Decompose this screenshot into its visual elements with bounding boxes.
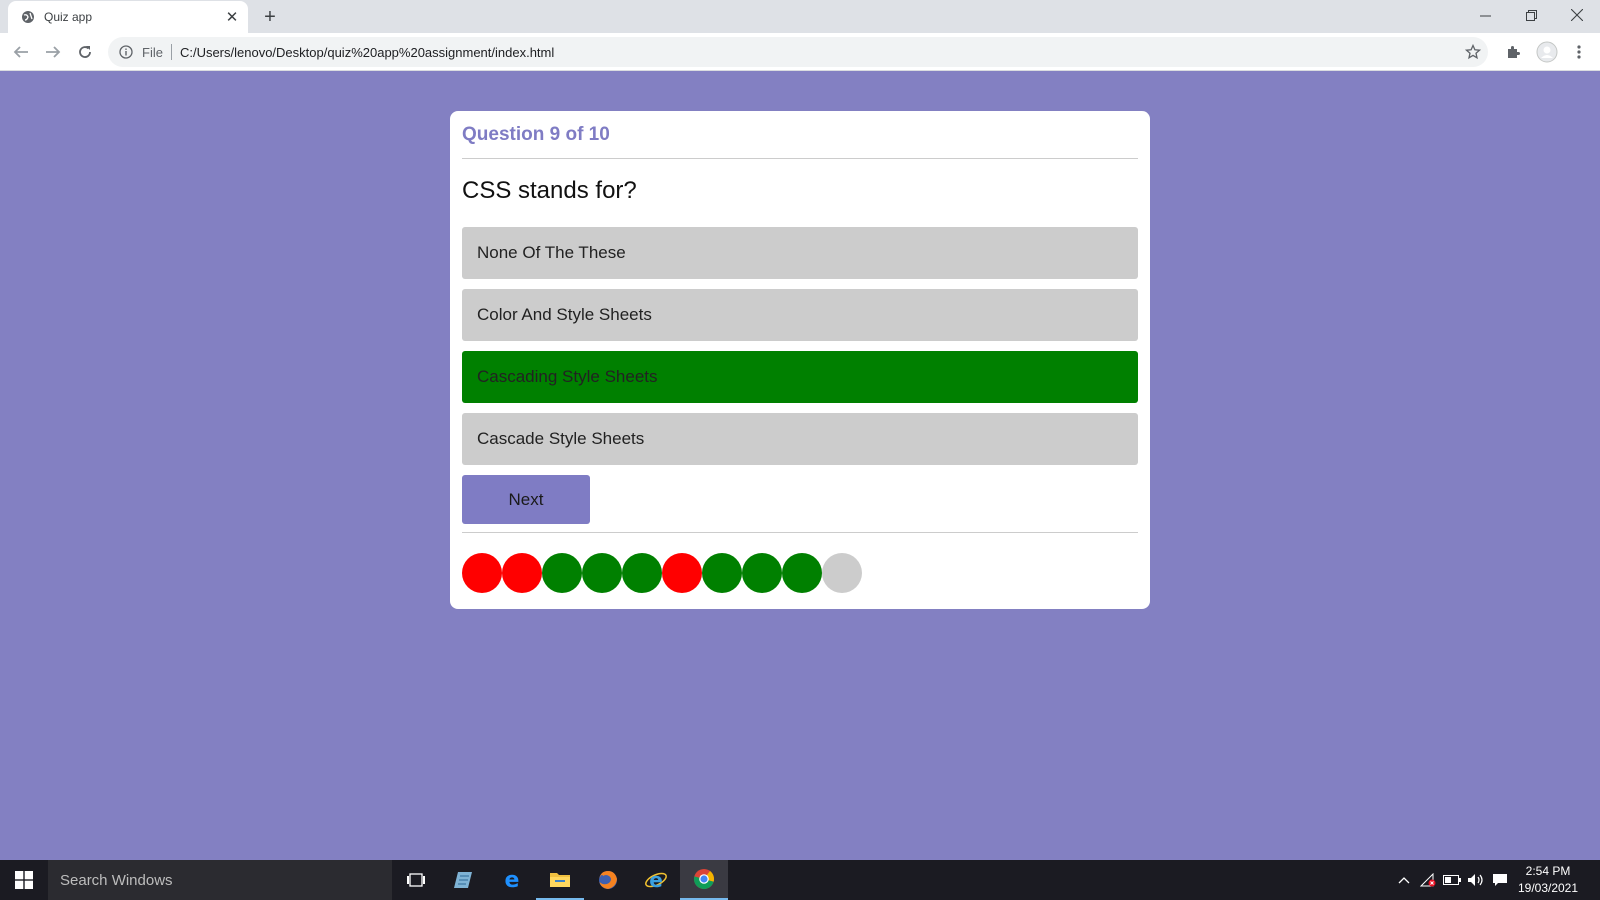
volume-icon[interactable] bbox=[1466, 860, 1486, 900]
question-counter: Question 9 of 10 bbox=[462, 124, 610, 145]
tab-title: Quiz app bbox=[44, 10, 93, 24]
battery-icon[interactable] bbox=[1442, 860, 1462, 900]
score-dot-wrong bbox=[502, 553, 542, 593]
answer-option-1[interactable]: None Of The These bbox=[462, 227, 1138, 279]
browser-tab[interactable]: Quiz app ✕ bbox=[8, 1, 248, 33]
globe-icon bbox=[20, 9, 36, 25]
browser-menu-icon[interactable] bbox=[1564, 37, 1594, 67]
taskbar-clock[interactable]: 2:54 PM 19/03/2021 bbox=[1510, 863, 1586, 897]
browser-tab-strip: Quiz app ✕ + bbox=[0, 0, 1600, 33]
url-text[interactable]: C:/Users/lenovo/Desktop/quiz%20app%20ass… bbox=[180, 45, 1458, 60]
internet-explorer-icon[interactable]: e bbox=[632, 860, 680, 900]
footer-divider bbox=[462, 532, 1138, 533]
address-bar[interactable]: File C:/Users/lenovo/Desktop/quiz%20app%… bbox=[108, 37, 1488, 67]
new-tab-button[interactable]: + bbox=[258, 5, 282, 29]
action-center-icon[interactable] bbox=[1490, 860, 1510, 900]
score-dot-wrong bbox=[462, 553, 502, 593]
answer-option-4[interactable]: Cascade Style Sheets bbox=[462, 413, 1138, 465]
windows-taskbar: Search Windows e e 2:54 PM 19/03/2021 bbox=[0, 860, 1600, 900]
score-indicator bbox=[462, 553, 862, 593]
back-arrow-icon[interactable] bbox=[6, 37, 36, 67]
score-dot-correct bbox=[702, 553, 742, 593]
svg-text:e: e bbox=[505, 869, 520, 891]
score-dot-correct bbox=[742, 553, 782, 593]
browser-toolbar: File C:/Users/lenovo/Desktop/quiz%20app%… bbox=[0, 33, 1600, 71]
clock-time: 2:54 PM bbox=[1525, 864, 1571, 878]
tab-close-icon[interactable]: ✕ bbox=[222, 7, 242, 27]
restore-window-icon[interactable] bbox=[1508, 0, 1554, 30]
score-dot-correct bbox=[582, 553, 622, 593]
svg-text:e: e bbox=[649, 869, 663, 891]
omnibox-divider bbox=[170, 44, 172, 60]
firefox-icon[interactable] bbox=[584, 860, 632, 900]
edge-browser-icon[interactable]: e bbox=[488, 860, 536, 900]
info-icon[interactable] bbox=[118, 44, 134, 60]
reload-icon[interactable] bbox=[70, 37, 100, 67]
bookmark-star-icon[interactable] bbox=[1458, 37, 1488, 67]
score-dot-unanswered bbox=[822, 553, 862, 593]
next-button[interactable]: Next bbox=[462, 475, 590, 524]
clock-date: 19/03/2021 bbox=[1517, 881, 1579, 895]
profile-avatar-icon[interactable] bbox=[1532, 37, 1562, 67]
file-explorer-icon[interactable] bbox=[536, 860, 584, 900]
forward-arrow-icon[interactable] bbox=[38, 37, 68, 67]
score-dot-wrong bbox=[662, 553, 702, 593]
quiz-card: Question 9 of 10 CSS stands for? None Of… bbox=[450, 111, 1150, 609]
windows-start-icon[interactable] bbox=[0, 860, 48, 900]
task-view-icon[interactable] bbox=[392, 860, 440, 900]
taskbar-search-box[interactable]: Search Windows bbox=[48, 860, 392, 900]
question-text: CSS stands for? bbox=[462, 177, 637, 204]
network-disconnected-icon[interactable] bbox=[1418, 860, 1438, 900]
score-dot-correct bbox=[622, 553, 662, 593]
extensions-puzzle-icon[interactable] bbox=[1498, 37, 1528, 67]
notepad-icon[interactable] bbox=[440, 860, 488, 900]
answer-option-3[interactable]: Cascading Style Sheets bbox=[462, 351, 1138, 403]
score-dot-correct bbox=[782, 553, 822, 593]
score-dot-correct bbox=[542, 553, 582, 593]
answer-option-2[interactable]: Color And Style Sheets bbox=[462, 289, 1138, 341]
url-scheme-label: File bbox=[142, 44, 163, 60]
show-hidden-icons-chevron-icon[interactable] bbox=[1396, 860, 1412, 900]
header-divider bbox=[462, 158, 1138, 159]
minimize-window-icon[interactable] bbox=[1462, 0, 1508, 30]
chrome-icon[interactable] bbox=[680, 860, 728, 900]
close-window-icon[interactable] bbox=[1554, 0, 1600, 30]
